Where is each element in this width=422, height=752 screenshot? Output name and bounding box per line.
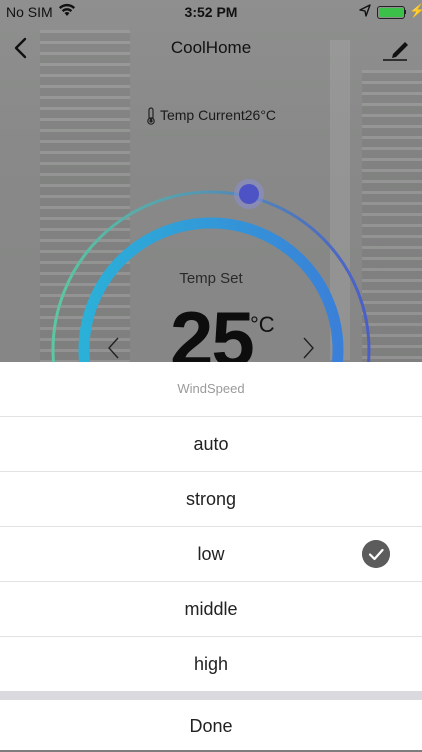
option-high[interactable]: high [0, 637, 422, 691]
chevron-left-icon [108, 337, 119, 359]
temp-set-label: Temp Set [179, 270, 243, 287]
done-button[interactable]: Done [0, 700, 422, 752]
decrease-temp-button[interactable] [104, 335, 124, 361]
thermostat-screen: No SIM 3:52 PM ⚡ CoolHome Temp Current26… [0, 0, 422, 362]
option-label: low [197, 544, 225, 564]
option-label: strong [185, 489, 237, 509]
dial-knob [239, 184, 259, 204]
increase-temp-button[interactable] [298, 335, 318, 361]
temp-set-value: 25 [170, 295, 255, 362]
chevron-right-icon [303, 337, 314, 359]
option-low[interactable]: low [0, 527, 422, 582]
option-auto[interactable]: auto [0, 417, 422, 472]
checkmark-icon [362, 540, 390, 568]
sheet-separator [0, 691, 422, 700]
option-middle[interactable]: middle [0, 582, 422, 637]
option-label: high [193, 654, 229, 674]
option-label: middle [184, 599, 238, 619]
option-label: auto [193, 434, 229, 454]
temp-unit: °C [250, 312, 275, 337]
option-strong[interactable]: strong [0, 472, 422, 527]
sheet-title: WindSpeed [0, 362, 422, 417]
windspeed-action-sheet: WindSpeed auto strong low middle high Do… [0, 362, 422, 750]
